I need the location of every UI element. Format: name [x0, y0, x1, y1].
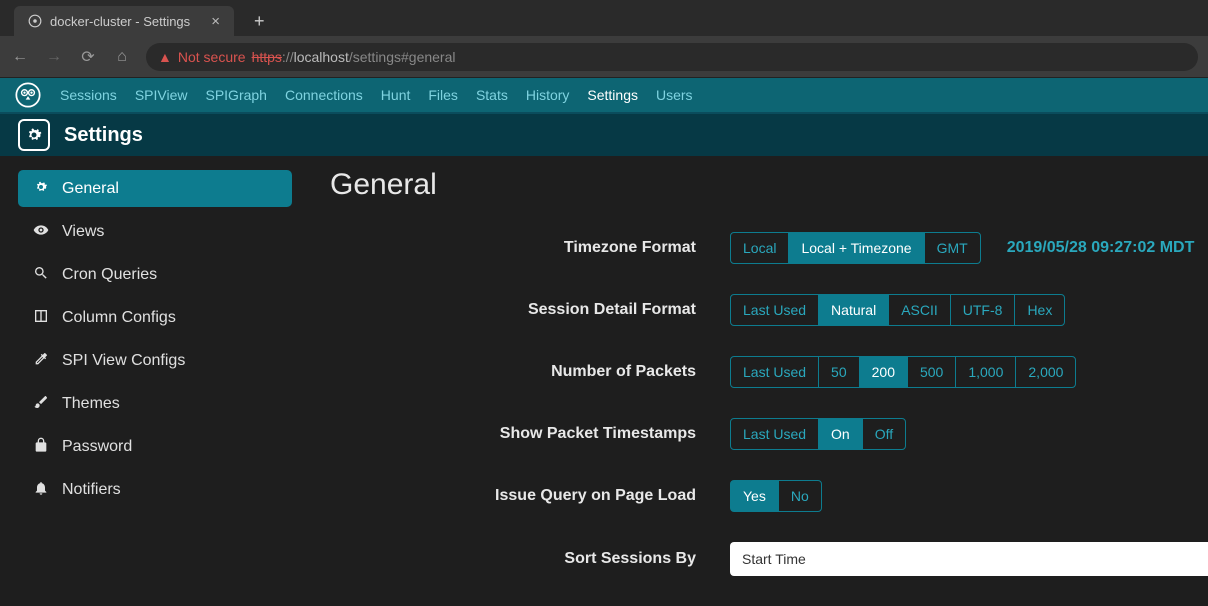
issue-query-options: YesNo [730, 480, 822, 512]
topnav-item-hunt[interactable]: Hunt [381, 87, 411, 103]
option-button[interactable]: Local [730, 232, 789, 264]
sidebar-item-general[interactable]: General [18, 170, 292, 207]
sidebar-item-notifiers[interactable]: Notifiers [18, 471, 292, 508]
setting-label: Number of Packets [330, 363, 730, 381]
sidebar-item-themes[interactable]: Themes [18, 385, 292, 422]
bell-icon [32, 480, 50, 499]
browser-tab[interactable]: docker-cluster - Settings × [14, 6, 234, 36]
sidebar-item-column-configs[interactable]: Column Configs [18, 299, 292, 336]
forward-icon[interactable]: → [44, 48, 64, 66]
setting-timezone: Timezone Format LocalLocal + TimezoneGMT… [330, 232, 1208, 264]
back-icon[interactable]: ← [10, 48, 30, 66]
setting-label: Show Packet Timestamps [330, 425, 730, 443]
setting-label: Session Detail Format [330, 301, 730, 319]
setting-session-detail: Session Detail Format Last UsedNaturalAS… [330, 294, 1208, 326]
setting-sort-by: Sort Sessions By [330, 542, 1208, 576]
topnav-item-stats[interactable]: Stats [476, 87, 508, 103]
option-button[interactable]: 1,000 [955, 356, 1016, 388]
option-button[interactable]: Local + Timezone [788, 232, 924, 264]
brush-icon [32, 394, 50, 413]
timestamp-display: 2019/05/28 09:27:02 MDT [1007, 239, 1195, 257]
content: General Timezone Format LocalLocal + Tim… [310, 156, 1208, 606]
option-button[interactable]: Last Used [730, 356, 819, 388]
option-button[interactable]: Off [862, 418, 906, 450]
sidebar-item-password[interactable]: Password [18, 428, 292, 465]
option-button[interactable]: GMT [924, 232, 981, 264]
reload-icon[interactable]: ⟳ [78, 47, 98, 67]
sidebar-item-label: General [62, 180, 119, 198]
option-button[interactable]: Last Used [730, 418, 819, 450]
option-button[interactable]: Last Used [730, 294, 819, 326]
option-button[interactable]: Hex [1014, 294, 1065, 326]
packet-timestamps-options: Last UsedOnOff [730, 418, 906, 450]
topnav-item-connections[interactable]: Connections [285, 87, 363, 103]
page-header: Settings [0, 112, 1208, 156]
sidebar: General Views Cron Queries Column Configs SP… [0, 156, 310, 606]
timezone-options: LocalLocal + TimezoneGMT [730, 232, 981, 264]
num-packets-options: Last Used502005001,0002,000 [730, 356, 1076, 388]
sort-sessions-select[interactable] [730, 542, 1208, 576]
main-area: General Views Cron Queries Column Configs SP… [0, 156, 1208, 606]
sidebar-item-label: Notifiers [62, 481, 121, 499]
setting-label: Issue Query on Page Load [330, 487, 730, 505]
sidebar-item-label: Themes [62, 395, 120, 413]
sidebar-item-label: Password [62, 438, 132, 456]
owl-logo-icon[interactable] [14, 81, 42, 109]
sidebar-item-label: Column Configs [62, 309, 176, 327]
setting-num-packets: Number of Packets Last Used502005001,000… [330, 356, 1208, 388]
option-button[interactable]: 500 [907, 356, 956, 388]
topnav-item-sessions[interactable]: Sessions [60, 87, 117, 103]
option-button[interactable]: 50 [818, 356, 860, 388]
dropper-icon [32, 351, 50, 370]
sidebar-item-spi-view-configs[interactable]: SPI View Configs [18, 342, 292, 379]
topnav-item-settings[interactable]: Settings [587, 87, 638, 103]
browser-toolbar: ← → ⟳ ⌂ ▲ Not secure https://localhost/s… [0, 36, 1208, 78]
topnav-item-files[interactable]: Files [428, 87, 458, 103]
setting-packet-timestamps: Show Packet Timestamps Last UsedOnOff [330, 418, 1208, 450]
tab-title: docker-cluster - Settings [50, 14, 190, 29]
page-title: Settings [64, 124, 143, 147]
option-button[interactable]: UTF-8 [950, 294, 1016, 326]
setting-label: Sort Sessions By [330, 550, 730, 568]
warning-icon: ▲ [158, 49, 172, 65]
option-button[interactable]: Natural [818, 294, 889, 326]
option-button[interactable]: Yes [730, 480, 779, 512]
session-detail-options: Last UsedNaturalASCIIUTF-8Hex [730, 294, 1065, 326]
sidebar-item-views[interactable]: Views [18, 213, 292, 250]
eye-icon [32, 222, 50, 241]
topnav-item-spiview[interactable]: SPIView [135, 87, 188, 103]
sidebar-item-cron-queries[interactable]: Cron Queries [18, 256, 292, 293]
option-button[interactable]: No [778, 480, 822, 512]
url-text: https://localhost/settings#general [252, 49, 456, 65]
new-tab-button[interactable]: + [246, 7, 273, 36]
cog-icon [32, 179, 50, 198]
option-button[interactable]: 2,000 [1015, 356, 1076, 388]
app-topnav: Sessions SPIView SPIGraph Connections Hunt Fi… [0, 78, 1208, 112]
topnav-item-history[interactable]: History [526, 87, 570, 103]
search-icon [32, 265, 50, 284]
not-secure-label: Not secure [178, 49, 246, 65]
option-button[interactable]: On [818, 418, 863, 450]
sidebar-item-label: Views [62, 223, 104, 241]
gear-icon [18, 119, 50, 151]
topnav-item-spigraph[interactable]: SPIGraph [205, 87, 266, 103]
setting-issue-query: Issue Query on Page Load YesNo [330, 480, 1208, 512]
option-button[interactable]: 200 [859, 356, 908, 388]
topnav-item-users[interactable]: Users [656, 87, 693, 103]
option-button[interactable]: ASCII [888, 294, 951, 326]
url-bar[interactable]: ▲ Not secure https://localhost/settings#… [146, 43, 1198, 71]
columns-icon [32, 308, 50, 327]
setting-label: Timezone Format [330, 239, 730, 257]
sidebar-item-label: Cron Queries [62, 266, 157, 284]
close-icon[interactable]: × [211, 13, 220, 30]
tab-favicon-icon [28, 14, 42, 28]
content-title: General [330, 168, 1208, 202]
browser-tab-strip: docker-cluster - Settings × + [0, 0, 1208, 36]
home-icon[interactable]: ⌂ [112, 48, 132, 66]
lock-icon [32, 437, 50, 456]
sidebar-item-label: SPI View Configs [62, 352, 185, 370]
